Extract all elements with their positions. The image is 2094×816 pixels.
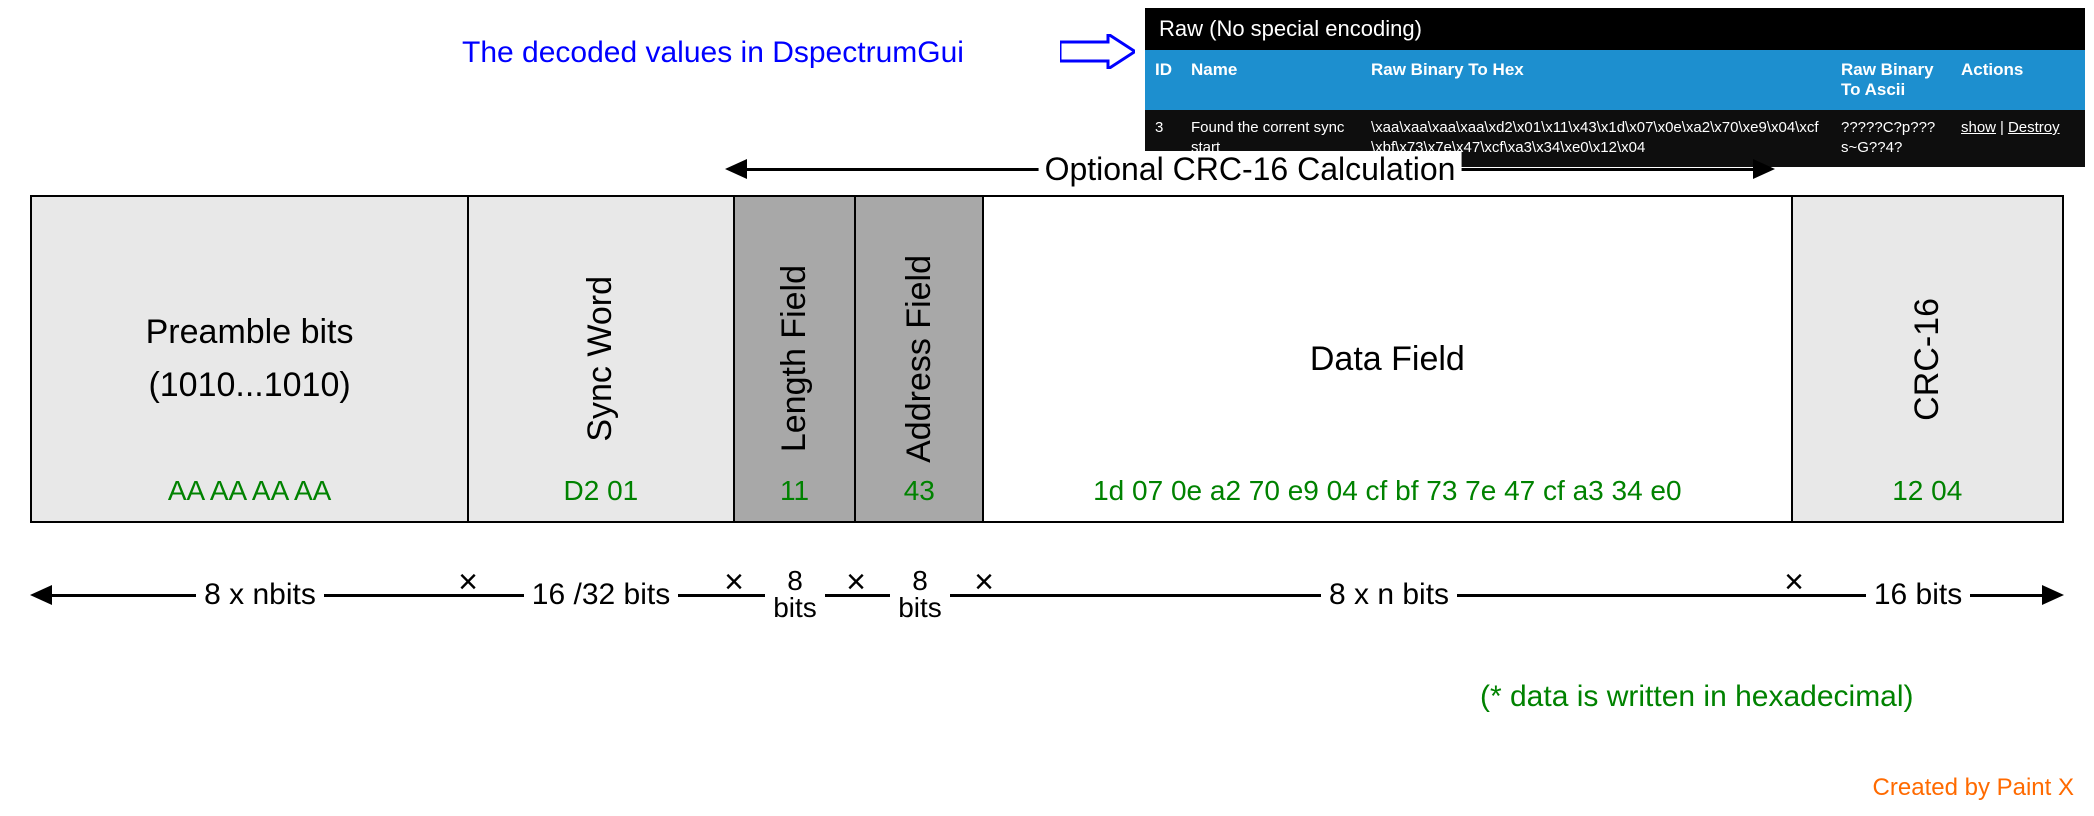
dspectrumgui-table: Raw (No special encoding) ID Name Raw Bi… bbox=[1145, 8, 2085, 167]
crc-span-label: Optional CRC-16 Calculation bbox=[1039, 151, 1462, 188]
col-header-name: Name bbox=[1181, 50, 1361, 110]
preamble-title: Preamble bits bbox=[146, 313, 354, 352]
block-arrow-icon bbox=[1060, 34, 1135, 69]
segment-preamble: Preamble bits (1010...1010) AA AA AA AA bbox=[32, 197, 469, 521]
dim-preamble: 8 x nbits bbox=[30, 573, 468, 617]
arrow-right-icon bbox=[2042, 585, 2064, 605]
length-title: Length Field bbox=[775, 265, 814, 452]
arrow-left-icon bbox=[725, 159, 747, 179]
gui-title: Raw (No special encoding) bbox=[1145, 8, 2085, 50]
preamble-hex: AA AA AA AA bbox=[32, 475, 467, 507]
col-header-ascii: Raw Binary To Ascii bbox=[1831, 50, 1951, 110]
packet-structure: Preamble bits (1010...1010) AA AA AA AA … bbox=[30, 195, 2064, 523]
col-header-hex: Raw Binary To Hex bbox=[1361, 50, 1831, 110]
col-header-actions: Actions bbox=[1951, 50, 2085, 110]
dim-sync-label: 16 /32 bits bbox=[524, 578, 678, 612]
crc-hex: 12 04 bbox=[1793, 475, 2062, 507]
crc-title: CRC-16 bbox=[1908, 298, 1947, 421]
dim-address: 8 bits bbox=[856, 573, 984, 617]
show-link[interactable]: show bbox=[1961, 119, 1996, 136]
sync-title: Sync Word bbox=[581, 276, 620, 442]
arrow-left-icon bbox=[30, 585, 52, 605]
dim-address-label: 8 bits bbox=[890, 568, 950, 621]
sync-hex: D2 01 bbox=[469, 475, 732, 507]
address-title: Address Field bbox=[900, 255, 939, 463]
gui-header-row: ID Name Raw Binary To Hex Raw Binary To … bbox=[1145, 50, 2085, 110]
segment-crc: CRC-16 12 04 bbox=[1793, 197, 2062, 521]
crc-span-arrow: Optional CRC-16 Calculation bbox=[725, 148, 1775, 190]
dim-sync: 16 /32 bits bbox=[468, 573, 734, 617]
preamble-sub: (1010...1010) bbox=[148, 366, 350, 405]
segment-sync: Sync Word D2 01 bbox=[469, 197, 734, 521]
decoded-values-caption: The decoded values in DspectrumGui bbox=[462, 36, 964, 70]
data-hex: 1d 07 0e a2 70 e9 04 cf bf 73 7e 47 cf a… bbox=[984, 475, 1790, 507]
dim-crc-label: 16 bits bbox=[1866, 578, 1970, 612]
data-title: Data Field bbox=[1310, 340, 1465, 379]
dim-data: 8 x n bits bbox=[984, 573, 1794, 617]
hex-footnote: (* data is written in hexadecimal) bbox=[1480, 680, 1914, 714]
segment-address: Address Field 43 bbox=[856, 197, 984, 521]
col-header-id: ID bbox=[1145, 50, 1181, 110]
dim-preamble-label: 8 x nbits bbox=[196, 578, 324, 612]
destroy-link[interactable]: Destroy bbox=[2008, 119, 2060, 136]
segment-data: Data Field 1d 07 0e a2 70 e9 04 cf bf 73… bbox=[984, 197, 1792, 521]
length-hex: 11 bbox=[735, 475, 855, 507]
address-hex: 43 bbox=[856, 475, 982, 507]
cell-actions: show|Destroy bbox=[1951, 110, 2085, 167]
arrow-right-icon bbox=[1753, 159, 1775, 179]
dimension-row: × × × × × 8 x nbits 16 /32 bits 8 bits 8… bbox=[30, 555, 2064, 635]
dim-crc: 16 bits bbox=[1794, 573, 2064, 617]
dim-data-label: 8 x n bits bbox=[1321, 578, 1457, 612]
dim-length: 8 bits bbox=[734, 573, 856, 617]
cell-ascii: ?????C?p???s~G??4? bbox=[1831, 110, 1951, 167]
dim-length-label: 8 bits bbox=[765, 568, 825, 621]
segment-length: Length Field 11 bbox=[735, 197, 857, 521]
credit-label: Created by Paint X bbox=[1873, 774, 2074, 802]
